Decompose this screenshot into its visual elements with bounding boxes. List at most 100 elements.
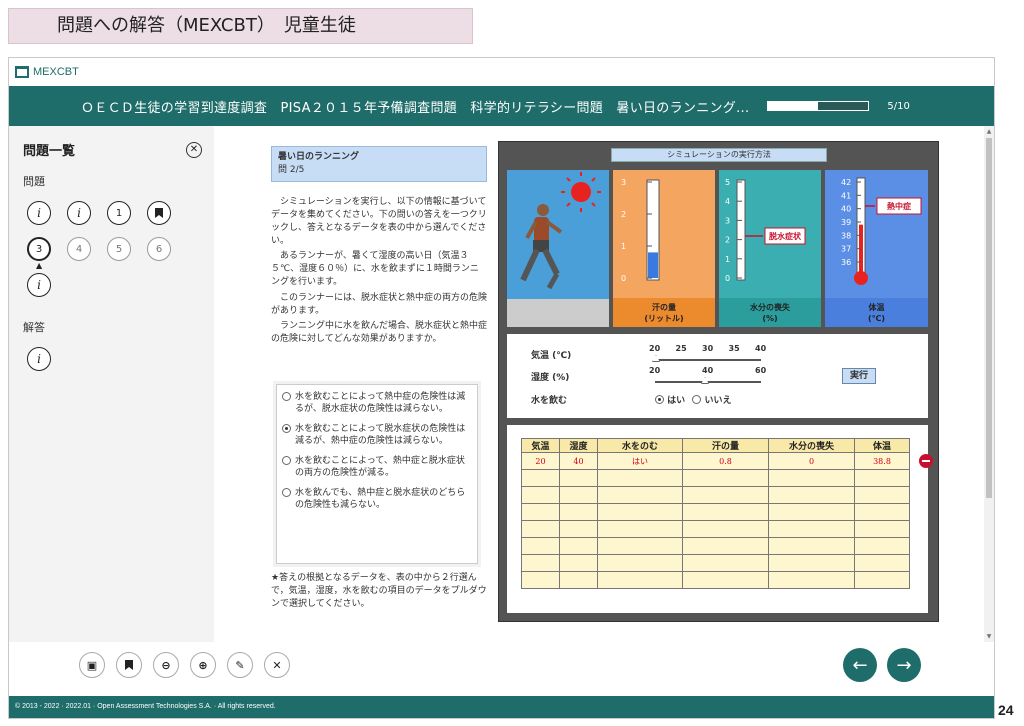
question-info-icon[interactable]: i <box>27 273 51 297</box>
bookmark-icon <box>155 208 163 218</box>
eliminate-icon[interactable]: ✕ <box>264 652 290 678</box>
slider-tick-label: 20 <box>649 344 661 353</box>
next-arrow-icon[interactable]: → <box>887 648 921 682</box>
answer-option[interactable]: 水を飲むことによって、熱中症と脱水症状の両方の危険性が減る。 <box>282 455 472 479</box>
sweat-panel: 3 2 1 0 汗の量 (リットル) <box>613 170 715 327</box>
scroll-thumb[interactable] <box>986 138 992 498</box>
answer-option[interactable]: 水を飲んでも、熱中症と脱水症状のどちらの危険性も減らない。 <box>282 487 472 511</box>
scale-tick-label: 42 <box>841 178 851 187</box>
screen-reader-icon[interactable]: ▣ <box>79 652 105 678</box>
table-cell: 40 <box>559 452 598 470</box>
question-text: ランニング中に水を飲んだ場合、脱水症状と熱中症の危険に対してどんな効果があります… <box>271 321 488 344</box>
slide-page-number: 24 <box>998 702 1014 718</box>
runner-icon <box>520 204 563 290</box>
option-radio[interactable] <box>282 456 291 465</box>
table-cell <box>682 503 769 521</box>
question-grid: i i 1 3 ▲ 4 5 6 i <box>9 189 214 297</box>
logo-bar: MEXCBT <box>9 58 994 86</box>
option-radio[interactable] <box>282 392 291 401</box>
delete-row-icon[interactable] <box>919 454 933 468</box>
water-radio-group[interactable]: はい いいえ <box>655 393 731 406</box>
question-6[interactable]: 5 <box>107 237 131 261</box>
sweat-label: 汗の量 (リットル) <box>613 298 715 327</box>
table-row-empty[interactable] <box>521 486 910 504</box>
instruction-text: シミュレーションを実行し、以下の情報に基づいてデータを集めてください。下の問いの… <box>271 197 487 246</box>
scale-tick-label: 0 <box>621 274 626 283</box>
question-info-icon[interactable]: i <box>67 201 91 225</box>
previous-arrow-icon[interactable]: ← <box>843 648 877 682</box>
radio-yes[interactable] <box>655 395 664 404</box>
heatstroke-label: 熱中症 <box>887 201 911 211</box>
table-cell <box>521 486 560 504</box>
scale-tick-label: 1 <box>621 242 626 251</box>
table-row-empty[interactable] <box>521 469 910 487</box>
table-cell <box>768 571 855 589</box>
question-4[interactable]: 3 ▲ <box>27 237 51 270</box>
scale-tick-label: 4 <box>725 197 730 206</box>
table-row-empty[interactable] <box>521 503 910 521</box>
table-cell <box>521 554 560 572</box>
content-scrollbar[interactable]: ▲ ▼ <box>984 126 994 642</box>
pen-icon[interactable]: ✎ <box>227 652 253 678</box>
zoom-in-icon[interactable]: ⊕ <box>190 652 216 678</box>
scroll-up-icon[interactable]: ▲ <box>984 128 994 135</box>
scenario-text: あるランナーが、暑くて湿度の高い日（気温３５℃、湿度６０％）に、水を飲まずに１時… <box>271 251 479 287</box>
question-content: 暑い日のランニング 問 2/5 シミュレーションを実行し、以下の情報に基づいてデ… <box>214 126 984 642</box>
scale-tick-label: 2 <box>725 236 730 245</box>
table-cell <box>854 554 910 572</box>
bookmark-icon[interactable] <box>116 652 142 678</box>
option-radio[interactable] <box>282 424 291 433</box>
table-cell: 20 <box>521 452 560 470</box>
slider-tick-label: 40 <box>702 366 714 375</box>
copyright-footer: © 2013 - 2022 · 2022.01 · Open Assessmen… <box>9 696 994 718</box>
scale-tick-label: 5 <box>725 178 730 187</box>
question-2[interactable]: 1 <box>107 201 131 225</box>
table-row-empty[interactable] <box>521 571 910 589</box>
progress-text: 5/10 <box>887 100 910 112</box>
table-row[interactable]: 20 40 はい 0.8 0 38.8 <box>521 452 910 470</box>
answer-option[interactable]: 水を飲むことによって脱水症状の危険性は減るが、熱中症の危険性は減らない。 <box>282 423 472 447</box>
table-row-empty[interactable] <box>521 537 910 555</box>
table-row-empty[interactable] <box>521 520 910 538</box>
simulation: シミュレーションの実行方法 3 2 1 0 汗の量 (リットル) 5 4 3 2… <box>498 141 939 622</box>
question-label: 6 <box>155 243 163 255</box>
answer-options: 水を飲むことによって熱中症の危険性は減るが、脱水症状の危険性は減らない。 水を飲む… <box>276 384 478 564</box>
table-cell <box>559 503 598 521</box>
question-info-icon[interactable]: i <box>27 201 51 225</box>
risk-text: このランナーには、脱水症状と熱中症の両方の危険があります。 <box>271 293 488 316</box>
zoom-out-icon[interactable]: ⊖ <box>153 652 179 678</box>
slider-tick-label: 60 <box>755 366 767 375</box>
scale-tick-label: 36 <box>841 258 851 267</box>
test-title: ＯＥＣＤ生徒の学習到達度調査 PISA２０１５年予備調査問題 科学的リテラシー問… <box>81 100 750 116</box>
scale-tick-label: 40 <box>841 205 851 214</box>
table-cell <box>521 520 560 538</box>
temp-slider[interactable] <box>655 359 761 361</box>
answer-info-icon[interactable]: i <box>27 347 51 371</box>
sim-instructions-button[interactable]: シミュレーションの実行方法 <box>611 148 827 162</box>
answer-grid: i <box>9 335 214 371</box>
water-loss-panel: 5 4 3 2 1 0 脱水症状 水分の喪失 (%) <box>719 170 821 327</box>
table-cell <box>597 469 683 487</box>
table-cell <box>854 486 910 504</box>
question-bookmark-icon[interactable] <box>147 201 171 225</box>
scroll-down-icon[interactable]: ▼ <box>984 633 994 640</box>
humidity-control-label: 湿度 (%) <box>531 373 570 383</box>
table-header: 水をのむ <box>597 438 683 453</box>
table-cell <box>768 469 855 487</box>
table-cell <box>597 554 683 572</box>
close-icon[interactable]: ✕ <box>186 141 202 158</box>
table-cell <box>768 486 855 504</box>
run-button[interactable]: 実行 <box>842 368 876 384</box>
scale-tick-label: 1 <box>725 255 730 264</box>
tool-bar: ▣ ⊖ ⊕ ✎ ✕ <box>79 652 290 678</box>
radio-no[interactable] <box>692 395 702 404</box>
question-7[interactable]: 6 <box>147 237 171 261</box>
slider-tick-label: 35 <box>728 344 740 353</box>
radio-no-label: いいえ <box>704 396 732 406</box>
table-cell <box>682 469 769 487</box>
option-radio[interactable] <box>282 488 291 497</box>
table-cell <box>559 554 598 572</box>
table-row-empty[interactable] <box>521 554 910 572</box>
question-5[interactable]: 4 <box>67 237 91 261</box>
answer-option[interactable]: 水を飲むことによって熱中症の危険性は減るが、脱水症状の危険性は減らない。 <box>282 391 472 415</box>
